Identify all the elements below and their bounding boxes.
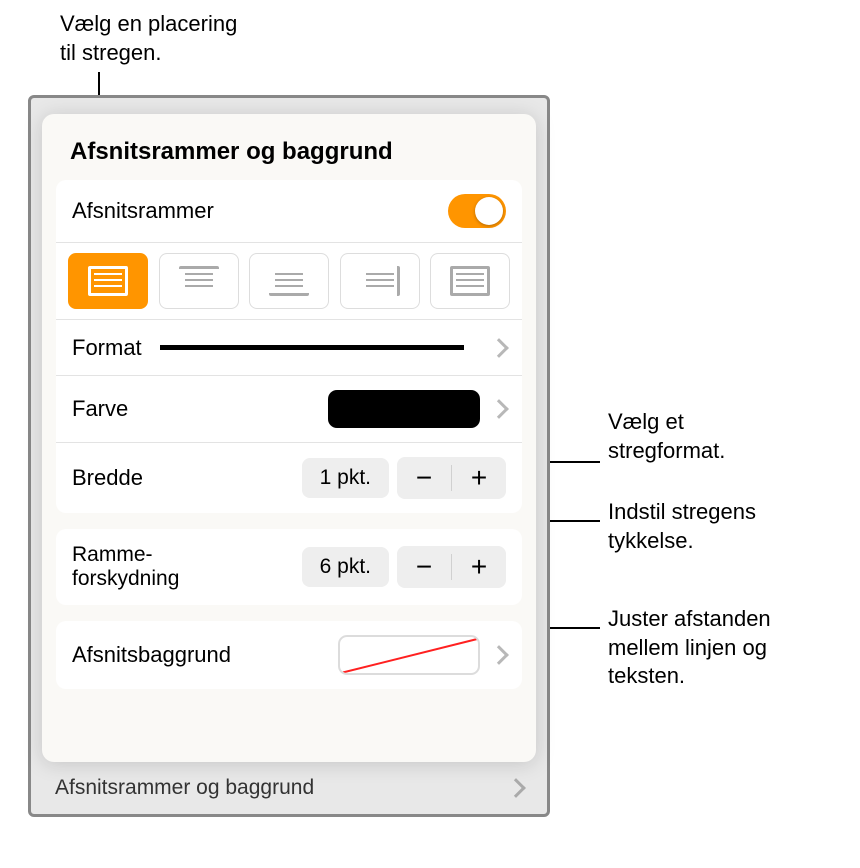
width-minus-button[interactable]: − (397, 457, 451, 499)
annotation-width: Indstil stregens tykkelse. (608, 498, 756, 555)
toggle-label: Afsnitsrammer (72, 198, 448, 224)
annotation-offset: Juster afstanden mellem linjen og tekste… (608, 605, 771, 691)
border-position-row (56, 243, 522, 320)
color-row[interactable]: Farve (56, 376, 522, 443)
width-label: Bredde (72, 465, 302, 491)
format-line-preview (160, 345, 464, 350)
section-background: Afsnitsbaggrund (56, 621, 522, 689)
offset-plus-button[interactable]: + (452, 546, 506, 588)
panel-title: Afsnitsrammer og baggrund (42, 114, 536, 180)
no-fill-swatch (338, 635, 480, 675)
border-pos-all[interactable] (68, 253, 148, 309)
chevron-right-icon (489, 338, 509, 358)
border-pos-top[interactable] (159, 253, 239, 309)
panel-frame: Afsnitsrammer og baggrund Afsnitsrammer (28, 95, 550, 817)
width-stepper: − + (397, 457, 506, 499)
section-offset: Ramme- forskydning 6 pkt. − + (56, 529, 522, 605)
chevron-right-icon (489, 645, 509, 665)
width-plus-button[interactable]: + (452, 457, 506, 499)
panel: Afsnitsrammer og baggrund Afsnitsrammer (42, 114, 536, 762)
annotation-format: Vælg et stregformat. (608, 408, 725, 465)
border-pos-bottom[interactable] (249, 253, 329, 309)
toggle-row: Afsnitsrammer (56, 180, 522, 243)
bottom-bar-label: Afsnitsrammer og baggrund (55, 776, 314, 800)
border-bottom-icon (269, 266, 309, 296)
border-pos-right[interactable] (340, 253, 420, 309)
bottom-bar[interactable]: Afsnitsrammer og baggrund (31, 762, 547, 814)
section-borders: Afsnitsrammer (56, 180, 522, 513)
format-label: Format (72, 335, 142, 361)
offset-stepper: − + (397, 546, 506, 588)
color-label: Farve (72, 396, 328, 422)
popover-tip-icon (275, 706, 303, 720)
border-pos-box[interactable] (430, 253, 510, 309)
background-label: Afsnitsbaggrund (72, 642, 338, 668)
color-swatch (328, 390, 480, 428)
width-row: Bredde 1 pkt. − + (56, 443, 522, 513)
afsnitsrammer-toggle[interactable] (448, 194, 506, 228)
offset-row: Ramme- forskydning 6 pkt. − + (56, 529, 522, 605)
background-row[interactable]: Afsnitsbaggrund (56, 621, 522, 689)
offset-label: Ramme- forskydning (72, 543, 302, 591)
border-all-icon (88, 266, 128, 296)
format-row[interactable]: Format (56, 320, 522, 376)
offset-minus-button[interactable]: − (397, 546, 451, 588)
offset-value: 6 pkt. (302, 547, 389, 587)
chevron-right-icon (506, 778, 526, 798)
chevron-right-icon (489, 399, 509, 419)
border-right-icon (360, 266, 400, 296)
width-value: 1 pkt. (302, 458, 389, 498)
border-box-icon (450, 266, 490, 296)
border-top-icon (179, 266, 219, 296)
annotation-top: Vælg en placering til stregen. (60, 10, 237, 67)
